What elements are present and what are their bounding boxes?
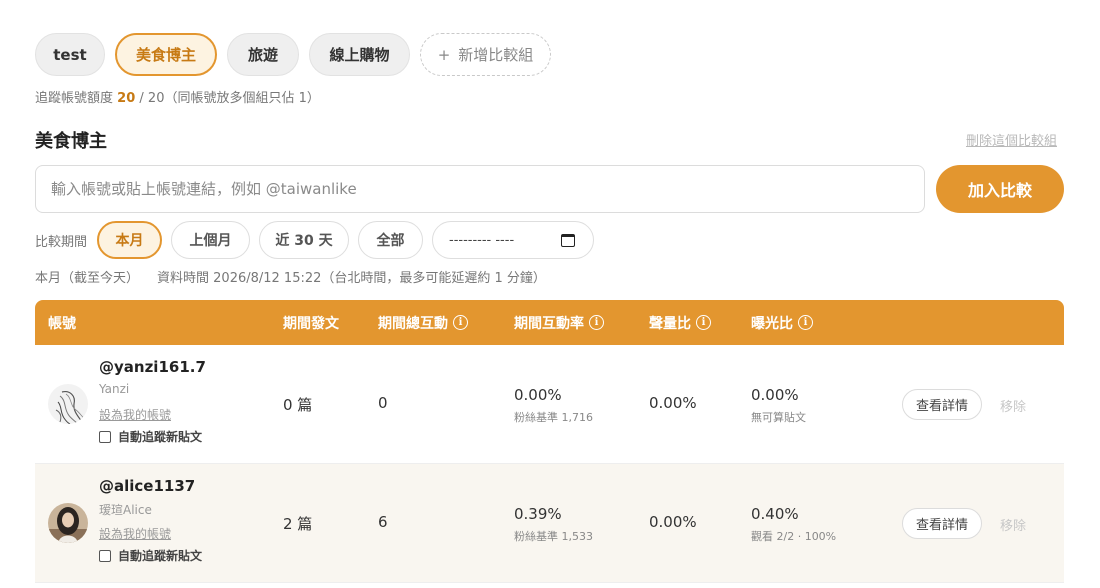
quota-total: 20 (147, 91, 165, 106)
quota-note: （同帳號放多個組只佔 1） (164, 91, 320, 106)
quota-text: 追蹤帳號額度 20 / 20（同帳號放多個組只佔 1） (35, 87, 320, 106)
table-header: 帳號 期間發文 期間總互動 i 期間互動率 i 聲量比 i 曝光比 i (35, 300, 1064, 345)
auto-track-toggle[interactable]: 自動追蹤新貼文 (99, 428, 202, 445)
group-tab-test[interactable]: test (35, 33, 105, 76)
group-tab-label: 旅遊 (247, 46, 278, 64)
follower-baseline: 粉絲基準 1,533 (514, 530, 593, 543)
quota-sep: / (139, 91, 144, 106)
group-tab-food-blogger[interactable]: 美食博主 (115, 33, 217, 76)
interactions-count: 6 (378, 513, 388, 531)
period-selector: 比較期間 本月 上個月 近 30 天 全部 --------- ---- (35, 221, 595, 259)
view-details-button[interactable]: 查看詳情 (902, 389, 982, 420)
plus-icon: + (437, 45, 451, 64)
delete-group-link[interactable]: 刪除這個比較組 (966, 130, 1057, 149)
period-option-label: 上個月 (189, 233, 232, 249)
voice-share: 0.00% (649, 513, 697, 531)
period-option-label: 近 30 天 (275, 233, 333, 249)
exposure-note: 觀看 2/2 · 100% (751, 530, 837, 543)
auto-track-toggle[interactable]: 自動追蹤新貼文 (99, 547, 202, 564)
header-label: 帳號 (48, 315, 76, 332)
quota-prefix: 追蹤帳號額度 (35, 91, 114, 106)
interactions-count: 0 (378, 394, 388, 412)
exposure-share: 0.40% (751, 505, 799, 523)
calendar-icon[interactable] (561, 233, 576, 247)
info-icon[interactable]: i (696, 315, 711, 330)
period-option-label: 全部 (376, 233, 405, 249)
add-group-button[interactable]: + 新增比較組 (420, 33, 551, 76)
table-row: @yanzi161.7 Yanzi 設為我的帳號 自動追蹤新貼文 0 篇 0 0… (35, 345, 1064, 464)
header-label: 期間互動率 (514, 315, 584, 332)
add-compare-button[interactable]: 加入比較 (936, 165, 1064, 213)
info-icon[interactable]: i (798, 315, 813, 330)
header-voice-share: 聲量比 i (649, 300, 711, 345)
period-range-text: 本月（截至今天） (35, 271, 140, 286)
add-account-input[interactable] (35, 165, 925, 213)
group-tab-online-shopping[interactable]: 線上購物 (309, 33, 410, 76)
auto-track-label: 自動追蹤新貼文 (118, 549, 203, 563)
header-posts: 期間發文 (283, 300, 339, 345)
account-handle[interactable]: @alice1137 (99, 477, 195, 495)
data-time-text: 資料時間 2026/8/12 15:22（台北時間，最多可能延遲約 1 分鐘） (157, 271, 546, 286)
auto-track-checkbox[interactable] (99, 549, 111, 562)
posts-count: 0 篇 (283, 396, 313, 414)
month-picker[interactable]: --------- ---- (432, 221, 595, 259)
auto-track-checkbox[interactable] (99, 430, 111, 443)
header-label: 聲量比 (649, 315, 691, 332)
exposure-note: 無可算貼文 (751, 411, 806, 424)
header-label: 期間總互動 (378, 315, 448, 332)
header-account: 帳號 (48, 300, 76, 345)
posts-count: 2 篇 (283, 515, 313, 533)
add-group-label: 新增比較組 (458, 46, 534, 64)
group-tab-travel[interactable]: 旅遊 (227, 33, 299, 76)
header-engagement-rate: 期間互動率 i (514, 300, 604, 345)
data-info: 本月（截至今天） 資料時間 2026/8/12 15:22（台北時間，最多可能延遲… (35, 267, 546, 286)
auto-track-label: 自動追蹤新貼文 (118, 430, 203, 444)
header-label: 曝光比 (751, 315, 793, 332)
header-interactions: 期間總互動 i (378, 300, 468, 345)
account-display-name: 瑷瑄Alice (99, 503, 152, 517)
engagement-rate: 0.00% (514, 386, 562, 404)
follower-baseline: 粉絲基準 1,716 (514, 411, 593, 424)
comparison-table: 帳號 期間發文 期間總互動 i 期間互動率 i 聲量比 i 曝光比 i @yanzi16… (35, 300, 1064, 583)
group-title: 美食博主 (35, 131, 107, 152)
remove-button[interactable]: 移除 (1000, 515, 1026, 534)
period-option-label: 本月 (115, 233, 144, 249)
engagement-rate: 0.39% (514, 505, 562, 523)
quota-used: 20 (117, 91, 136, 106)
account-handle[interactable]: @yanzi161.7 (99, 358, 206, 376)
remove-button[interactable]: 移除 (1000, 396, 1026, 415)
voice-share: 0.00% (649, 394, 697, 412)
info-icon[interactable]: i (453, 315, 468, 330)
group-tab-label: 線上購物 (329, 46, 390, 64)
avatar (48, 384, 88, 424)
avatar (48, 503, 88, 543)
account-display-name: Yanzi (99, 382, 130, 396)
header-label: 期間發文 (283, 315, 339, 332)
month-picker-value: --------- ---- (449, 232, 515, 248)
period-option-all[interactable]: 全部 (358, 221, 424, 259)
header-exposure-share: 曝光比 i (751, 300, 813, 345)
period-option-last-month[interactable]: 上個月 (171, 221, 251, 259)
info-icon[interactable]: i (589, 315, 604, 330)
group-tab-label: test (53, 45, 87, 64)
period-option-last-30-days[interactable]: 近 30 天 (259, 221, 350, 259)
set-as-mine-link[interactable]: 設為我的帳號 (99, 406, 171, 423)
exposure-share: 0.00% (751, 386, 799, 404)
table-row: @alice1137 瑷瑄Alice 設為我的帳號 自動追蹤新貼文 2 篇 6 … (35, 464, 1064, 583)
period-option-this-month[interactable]: 本月 (97, 221, 163, 259)
period-label: 比較期間 (35, 234, 88, 250)
set-as-mine-link[interactable]: 設為我的帳號 (99, 525, 171, 542)
group-tab-label: 美食博主 (135, 46, 196, 64)
view-details-button[interactable]: 查看詳情 (902, 508, 982, 539)
group-tabs: test 美食博主 旅遊 線上購物 + 新增比較組 (35, 33, 551, 76)
